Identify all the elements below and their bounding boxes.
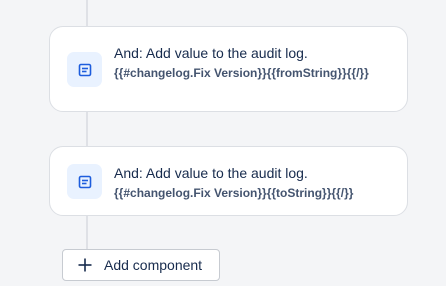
flow-connector-bottom xyxy=(86,216,88,249)
note-icon xyxy=(67,52,102,87)
flow-connector-top xyxy=(86,0,88,26)
rule-component-card[interactable]: And: Add value to the audit log. {{#chan… xyxy=(49,26,408,112)
rule-title: And: Add value to the audit log. xyxy=(114,165,308,181)
add-component-label: Add component xyxy=(104,257,203,273)
rule-smart-value: {{#changelog.Fix Version}}{{fromString}}… xyxy=(114,66,369,80)
plus-icon xyxy=(78,258,92,272)
add-component-button[interactable]: Add component xyxy=(62,249,220,281)
flow-connector-middle xyxy=(86,112,88,146)
rule-smart-value: {{#changelog.Fix Version}}{{toString}}{{… xyxy=(114,186,354,200)
rule-title: And: Add value to the audit log. xyxy=(114,45,308,61)
note-icon xyxy=(67,164,102,199)
rule-component-card[interactable]: And: Add value to the audit log. {{#chan… xyxy=(49,146,408,216)
